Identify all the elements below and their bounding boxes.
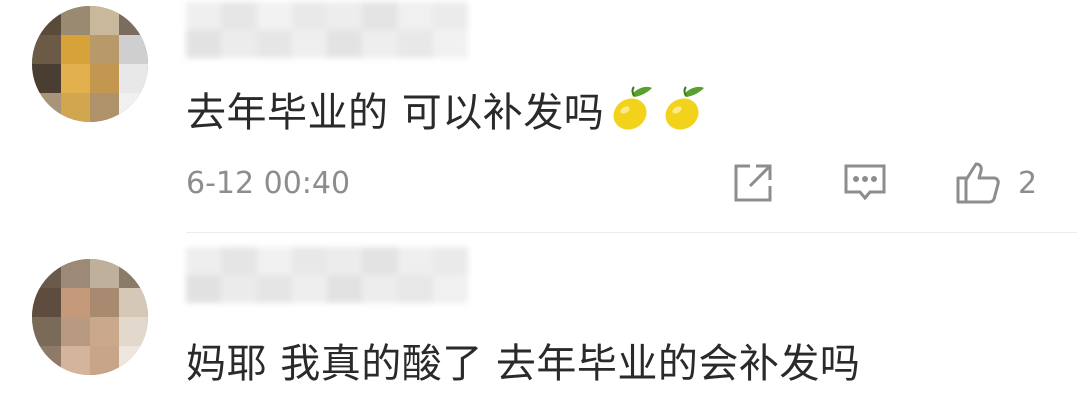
avatar-mosaic — [32, 6, 148, 122]
reply-button[interactable] — [842, 160, 888, 206]
avatar-mosaic-block — [119, 288, 148, 317]
comment-item: 去年毕业的 可以补发吗 6-12 00:40 2 — [0, 0, 1077, 232]
avatar-mosaic-block — [32, 93, 61, 122]
like-button[interactable]: 2 — [954, 160, 1037, 206]
avatar-mosaic — [32, 259, 148, 375]
avatar-mosaic-block — [32, 317, 61, 346]
share-icon — [730, 160, 776, 206]
comment-text: 去年毕业的 可以补发吗 — [186, 80, 708, 138]
avatar-mosaic-block — [90, 64, 119, 93]
avatar-mosaic-block — [61, 317, 90, 346]
lemon-icon — [662, 84, 708, 132]
avatar-mosaic-block — [61, 64, 90, 93]
avatar-mosaic-block — [32, 346, 61, 375]
avatar-mosaic-block — [32, 259, 61, 288]
avatar-mosaic-block — [119, 64, 148, 93]
share-button[interactable] — [730, 160, 776, 206]
like-count: 2 — [1018, 165, 1038, 201]
avatar-mosaic-block — [32, 6, 61, 35]
avatar-mosaic-block — [90, 6, 119, 35]
avatar-mosaic-block — [90, 317, 119, 346]
avatar-mosaic-block — [119, 317, 148, 346]
avatar-mosaic-block — [119, 259, 148, 288]
lemon-icon — [610, 84, 656, 132]
avatar-mosaic-block — [61, 259, 90, 288]
avatar-mosaic-block — [90, 288, 119, 317]
avatar-mosaic-block — [61, 6, 90, 35]
comment-timestamp: 6-12 00:40 — [186, 166, 351, 201]
comment-text: 妈耶 我真的酸了 去年毕业的会补发吗 — [186, 341, 861, 387]
avatar-mosaic-block — [119, 35, 148, 64]
comment-icon — [842, 160, 888, 206]
comment-text-content: 去年毕业的 可以补发吗 — [186, 90, 605, 136]
avatar-mosaic-block — [32, 288, 61, 317]
avatar-mosaic-block — [119, 93, 148, 122]
avatar-mosaic-block — [90, 93, 119, 122]
avatar-mosaic-block — [32, 64, 61, 93]
avatar-mosaic-block — [119, 346, 148, 375]
avatar-mosaic-block — [90, 35, 119, 64]
avatar-mosaic-block — [61, 346, 90, 375]
avatar[interactable] — [32, 259, 148, 375]
avatar[interactable] — [32, 6, 148, 122]
avatar-mosaic-block — [61, 93, 90, 122]
username-blurred[interactable] — [186, 247, 468, 303]
thumbs-up-icon — [954, 160, 1002, 206]
username-blurred[interactable] — [186, 2, 468, 58]
avatar-mosaic-block — [90, 346, 119, 375]
comment-item: 妈耶 我真的酸了 去年毕业的会补发吗 — [0, 233, 1077, 408]
avatar-mosaic-block — [61, 35, 90, 64]
avatar-mosaic-block — [32, 35, 61, 64]
avatar-mosaic-block — [90, 259, 119, 288]
avatar-mosaic-block — [119, 6, 148, 35]
avatar-mosaic-block — [61, 288, 90, 317]
